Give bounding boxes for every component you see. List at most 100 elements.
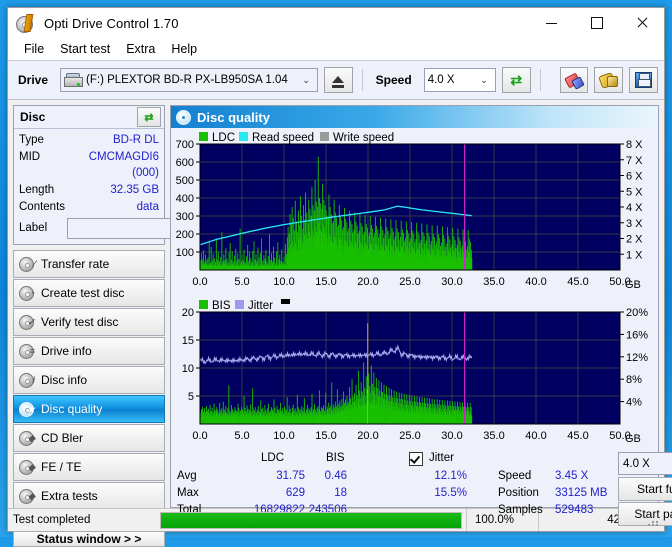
samples-stat-value: 529483 (555, 504, 594, 516)
disc-quality-header: Disc quality (171, 106, 658, 128)
drive-icon (64, 73, 84, 87)
app-icon (16, 14, 36, 33)
svg-text:20.0: 20.0 (357, 276, 378, 288)
sidebar-item-disc-quality[interactable]: ★ Disc quality (13, 395, 165, 423)
window-title: Opti Drive Control 1.70 (44, 15, 179, 31)
resize-grip[interactable] (648, 513, 662, 527)
sidebar-label: CD Bler (41, 431, 84, 445)
disc-length-label: Length (19, 184, 55, 196)
menu-start-test[interactable]: Start test (52, 40, 118, 58)
sidebar-item-transfer-rate[interactable]: ⁄ Transfer rate (13, 250, 165, 278)
svg-text:GB: GB (625, 433, 641, 445)
menu-extra[interactable]: Extra (118, 40, 163, 58)
start-part-button[interactable]: Start part (618, 502, 672, 526)
sidebar-item-disc-info[interactable]: i Disc info (13, 366, 165, 394)
disc-row-type: Type BD-R DL (19, 132, 159, 148)
window-controls (529, 8, 664, 38)
svg-text:10: 10 (182, 363, 194, 375)
chevron-down-icon: ⌄ (302, 74, 310, 85)
menu-help[interactable]: Help (163, 40, 205, 58)
sidebar-label: Verify test disc (41, 315, 119, 329)
bis-jitter-chart-svg: BIS Jitter 5101520 4%8%12%16%20% 0.0 5.0… (182, 299, 648, 445)
svg-text:30.0: 30.0 (441, 276, 462, 288)
nav-list: ⁄ Transfer rate ◔ Create test disc ✓ Ver… (13, 250, 165, 527)
maximize-button[interactable] (574, 8, 619, 38)
eject-icon (332, 75, 345, 83)
test-speed-select[interactable]: 4.0 X ⌄ (618, 452, 672, 475)
svg-text:7 X: 7 X (626, 155, 643, 167)
sidebar-item-extra-tests[interactable]: ◆ Extra tests (13, 482, 165, 510)
disc-fete-icon: ◆ (18, 460, 35, 475)
svg-text:5.0: 5.0 (234, 430, 249, 442)
tools-icon (598, 71, 619, 89)
sidebar-label: Transfer rate (41, 257, 110, 271)
svg-text:16%: 16% (626, 329, 648, 341)
sidebar-item-cd-bler[interactable]: ◆ CD Bler (13, 424, 165, 452)
svg-text:45.0: 45.0 (567, 276, 588, 288)
sidebar-item-verify-test-disc[interactable]: ✓ Verify test disc (13, 308, 165, 336)
charts-area: LDC Read speed Write speed 100 200 300 4… (171, 128, 672, 526)
disc-refresh-button[interactable]: ⇄ (137, 107, 161, 127)
jitter-checkbox[interactable] (409, 452, 423, 467)
disc-quality-panel: Disc quality LDC Read speed Write speed (170, 105, 672, 526)
refresh-button[interactable]: ⇄ (501, 67, 531, 93)
sidebar-item-drive-info[interactable]: ≡ Drive info (13, 337, 165, 365)
svg-text:15: 15 (182, 335, 194, 347)
ldc-chart: LDC Read speed Write speed 100 200 300 4… (173, 130, 656, 298)
ldc-chart-svg: LDC Read speed Write speed 1002003004005… (176, 132, 643, 291)
svg-text:600: 600 (176, 157, 194, 169)
svg-text:15.0: 15.0 (315, 430, 336, 442)
svg-text:LDC: LDC (212, 132, 235, 144)
stats-col-bis: BIS (326, 452, 345, 464)
close-button[interactable] (619, 8, 664, 38)
svg-text:20.0: 20.0 (357, 430, 378, 442)
minimize-icon (546, 22, 557, 24)
eject-button[interactable] (323, 67, 353, 93)
sidebar-label: Create test disc (41, 286, 125, 300)
svg-text:20: 20 (182, 307, 194, 319)
status-window-button[interactable]: Status window > > (13, 531, 165, 547)
toolbar-divider (361, 69, 363, 91)
disc-info-rows: Type BD-R DL MID CMCMAGDI6 (000) Length … (14, 129, 272, 244)
disc-create-icon: ◔ (18, 286, 35, 301)
refresh-icon: ⇄ (510, 72, 523, 88)
disc-mid-value: CMCMAGDI6 (000) (88, 151, 159, 179)
sidebar-label: Drive info (41, 344, 92, 358)
svg-text:200: 200 (176, 229, 194, 241)
left-sidebar: Disc ⇄ Type BD-R DL MID CMCMAGDI6 (000) … (8, 100, 272, 547)
speed-stat-value: 3.45 X (555, 470, 589, 482)
minimize-button[interactable] (529, 8, 574, 38)
stats-avg-ldc: 31.75 (276, 470, 305, 482)
drive-label: Drive (18, 73, 49, 87)
sidebar-item-create-test-disc[interactable]: ◔ Create test disc (13, 279, 165, 307)
stats-avg-jitter: 12.1% (434, 470, 467, 482)
svg-text:2 X: 2 X (626, 234, 643, 246)
menu-file[interactable]: File (16, 40, 52, 58)
svg-text:0.0: 0.0 (192, 430, 207, 442)
stats-col-jitter: Jitter (429, 452, 454, 464)
svg-text:8%: 8% (626, 374, 642, 386)
svg-text:700: 700 (176, 139, 194, 151)
speed-select[interactable]: 4.0 X ⌄ (423, 68, 496, 92)
bis-jitter-chart: BIS Jitter 5 10 15 20 4% 8% 12% 16% 20% (173, 298, 656, 450)
start-full-button[interactable]: Start full (618, 477, 672, 501)
svg-text:300: 300 (176, 211, 194, 223)
disc-type-value: BD-R DL (112, 134, 159, 146)
save-button[interactable] (629, 67, 658, 93)
svg-text:20%: 20% (626, 307, 648, 319)
tools-button[interactable] (594, 67, 624, 93)
drive-select-value: (F:) PLEXTOR BD-R PX-LB950SA 1.04 (86, 74, 288, 86)
sidebar-item-fe-te[interactable]: ◆ FE / TE (13, 453, 165, 481)
stats-max-jitter: 15.5% (434, 487, 467, 499)
save-icon (635, 72, 653, 88)
disc-info-icon: i (18, 373, 35, 388)
erase-button[interactable] (559, 67, 589, 93)
svg-text:400: 400 (176, 193, 194, 205)
test-speed-value: 4.0 X (623, 457, 650, 470)
disc-contents-label: Contents (19, 201, 66, 213)
disc-panel-header: Disc ⇄ (14, 106, 164, 129)
svg-text:4%: 4% (626, 397, 642, 409)
stats-max-ldc: 629 (285, 487, 305, 499)
stats-col-ldc: LDC (261, 452, 285, 464)
drive-select[interactable]: (F:) PLEXTOR BD-R PX-LB950SA 1.04 ⌄ (60, 68, 318, 92)
